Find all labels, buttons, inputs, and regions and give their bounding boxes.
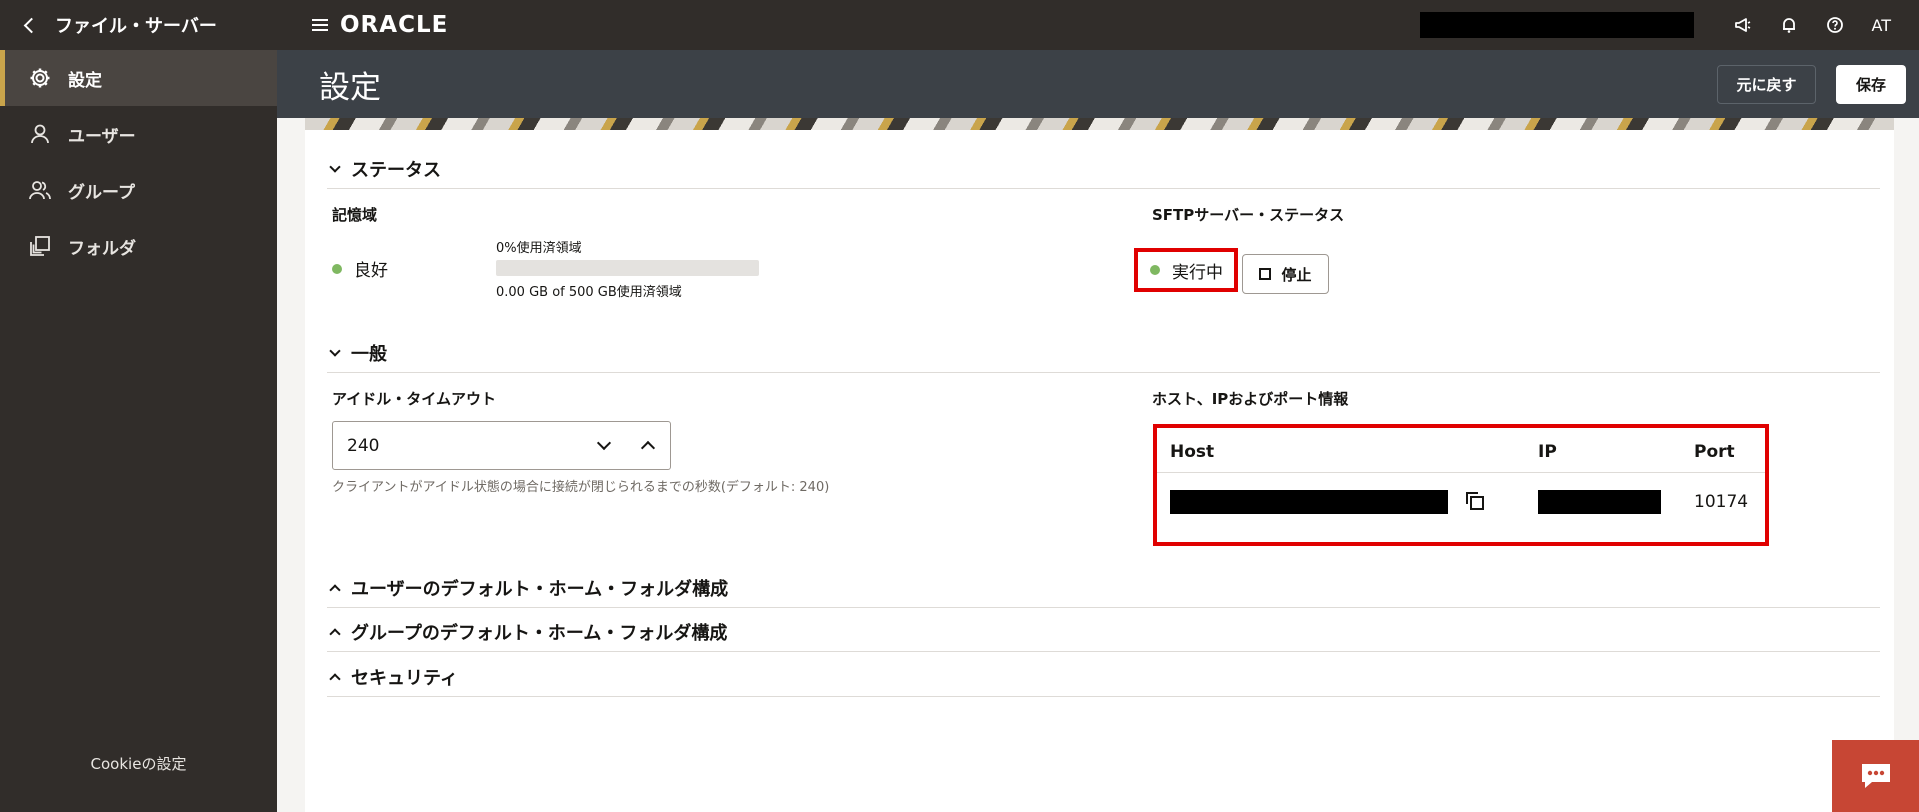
page-title: 設定 bbox=[319, 70, 381, 106]
help-icon[interactable] bbox=[1824, 14, 1846, 36]
security-section-toggle[interactable]: セキュリティ bbox=[329, 664, 458, 690]
host-ip-port-table: Host IP Port 10174 bbox=[1153, 424, 1769, 546]
back-to-file-server-link[interactable]: ファイル・サーバー bbox=[0, 0, 277, 50]
redacted-ip bbox=[1538, 490, 1661, 514]
usage-detail: 0.00 GB of 500 GB使用済領域 bbox=[496, 285, 682, 300]
host-info-label: ホスト、IPおよびポート情報 bbox=[1152, 390, 1349, 408]
status-dot bbox=[1150, 265, 1160, 275]
redacted-region bbox=[1419, 12, 1694, 38]
top-bar: ファイル・サーバー ORACLE AT bbox=[0, 0, 1919, 50]
section-title: グループのデフォルト・ホーム・フォルダ構成 bbox=[351, 623, 728, 644]
save-button[interactable]: 保存 bbox=[1836, 65, 1906, 104]
storage-status-text: 良好 bbox=[354, 261, 388, 281]
chevron-down-icon bbox=[329, 161, 341, 173]
chevron-down-icon bbox=[329, 345, 341, 357]
usage-percent-label: 0%使用済領域 bbox=[496, 241, 582, 256]
user-home-folder-section-toggle[interactable]: ユーザーのデフォルト・ホーム・フォルダ構成 bbox=[329, 575, 729, 601]
idle-timeout-stepper[interactable]: 240 bbox=[332, 421, 671, 470]
sidebar-item-folders[interactable]: フォルダ bbox=[0, 218, 277, 274]
cookie-settings-link[interactable]: Cookieの設定 bbox=[0, 753, 277, 774]
sidebar-item-settings[interactable]: 設定 bbox=[0, 50, 277, 106]
sidebar-item-groups[interactable]: グループ bbox=[0, 162, 277, 218]
sidebar-item-label: フォルダ bbox=[68, 238, 136, 259]
group-icon bbox=[28, 178, 52, 202]
group-home-folder-section-toggle[interactable]: グループのデフォルト・ホーム・フォルダ構成 bbox=[329, 619, 728, 645]
status-section-toggle[interactable]: ステータス bbox=[329, 156, 441, 182]
general-section-toggle[interactable]: 一般 bbox=[329, 340, 387, 366]
section-title: 一般 bbox=[351, 344, 387, 365]
storage-label: 記憶域 bbox=[332, 206, 378, 224]
bell-icon[interactable] bbox=[1778, 14, 1800, 36]
divider bbox=[327, 607, 1880, 608]
storage-status: 良好 bbox=[332, 256, 388, 281]
column-header-ip: IP bbox=[1538, 442, 1557, 462]
idle-timeout-help: クライアントがアイドル状態の場合に接続が閉じられるまでの秒数(デフォルト: 24… bbox=[332, 480, 830, 495]
sftp-status-label: SFTPサーバー・ステータス bbox=[1152, 206, 1345, 224]
divider bbox=[327, 372, 1880, 373]
back-label: ファイル・サーバー bbox=[55, 16, 217, 37]
chevron-up-icon bbox=[329, 584, 341, 596]
decrement-button[interactable] bbox=[582, 422, 626, 469]
section-title: ユーザーのデフォルト・ホーム・フォルダ構成 bbox=[351, 579, 729, 600]
settings-panel: ステータス 記憶域 良好 0%使用済領域 0.00 GB of 500 GB使用… bbox=[305, 130, 1894, 812]
chevron-up-icon bbox=[329, 628, 341, 640]
sidebar-item-users[interactable]: ユーザー bbox=[0, 106, 277, 162]
hamburger-menu-icon[interactable] bbox=[312, 19, 328, 31]
section-title: セキュリティ bbox=[351, 668, 458, 689]
copy-icon[interactable] bbox=[1464, 490, 1486, 512]
stop-server-button[interactable]: 停止 bbox=[1242, 254, 1329, 294]
page-header: 設定 元に戻す 保存 bbox=[277, 50, 1919, 118]
sidebar: 設定 ユーザー グループ フォルダ Cookieの設定 bbox=[0, 50, 277, 812]
table-divider bbox=[1157, 472, 1765, 473]
divider bbox=[327, 651, 1880, 652]
sidebar-item-label: グループ bbox=[68, 182, 135, 203]
revert-button[interactable]: 元に戻す bbox=[1717, 65, 1816, 104]
folder-icon bbox=[28, 234, 52, 258]
megaphone-icon[interactable] bbox=[1732, 14, 1754, 36]
chat-button[interactable] bbox=[1832, 740, 1919, 812]
status-dot bbox=[332, 263, 342, 274]
section-title: ステータス bbox=[351, 160, 441, 181]
sftp-running-status: 実行中 bbox=[1134, 248, 1238, 292]
column-header-host: Host bbox=[1170, 442, 1215, 462]
chevron-down-icon bbox=[596, 435, 612, 451]
oracle-logo[interactable]: ORACLE bbox=[340, 12, 448, 38]
chevron-up-icon bbox=[640, 440, 656, 456]
sftp-status-text: 実行中 bbox=[1172, 262, 1223, 283]
divider bbox=[327, 696, 1880, 697]
redacted-host bbox=[1170, 490, 1448, 514]
user-avatar[interactable]: AT bbox=[1872, 16, 1891, 35]
idle-timeout-label: アイドル・タイムアウト bbox=[332, 390, 496, 408]
gear-icon bbox=[28, 66, 52, 90]
column-header-port: Port bbox=[1694, 442, 1735, 462]
sidebar-item-label: 設定 bbox=[68, 70, 102, 91]
sidebar-item-label: ユーザー bbox=[68, 126, 136, 147]
chat-icon bbox=[1861, 764, 1890, 788]
increment-button[interactable] bbox=[626, 422, 670, 469]
user-icon bbox=[28, 122, 52, 146]
storage-usage-bar bbox=[496, 260, 759, 276]
idle-timeout-value[interactable]: 240 bbox=[347, 436, 582, 456]
port-value: 10174 bbox=[1694, 492, 1749, 512]
stop-label: 停止 bbox=[1281, 265, 1312, 284]
stop-square-icon bbox=[1259, 268, 1272, 280]
chevron-up-icon bbox=[329, 673, 341, 685]
divider bbox=[327, 188, 1880, 189]
chevron-left-icon bbox=[23, 17, 40, 33]
